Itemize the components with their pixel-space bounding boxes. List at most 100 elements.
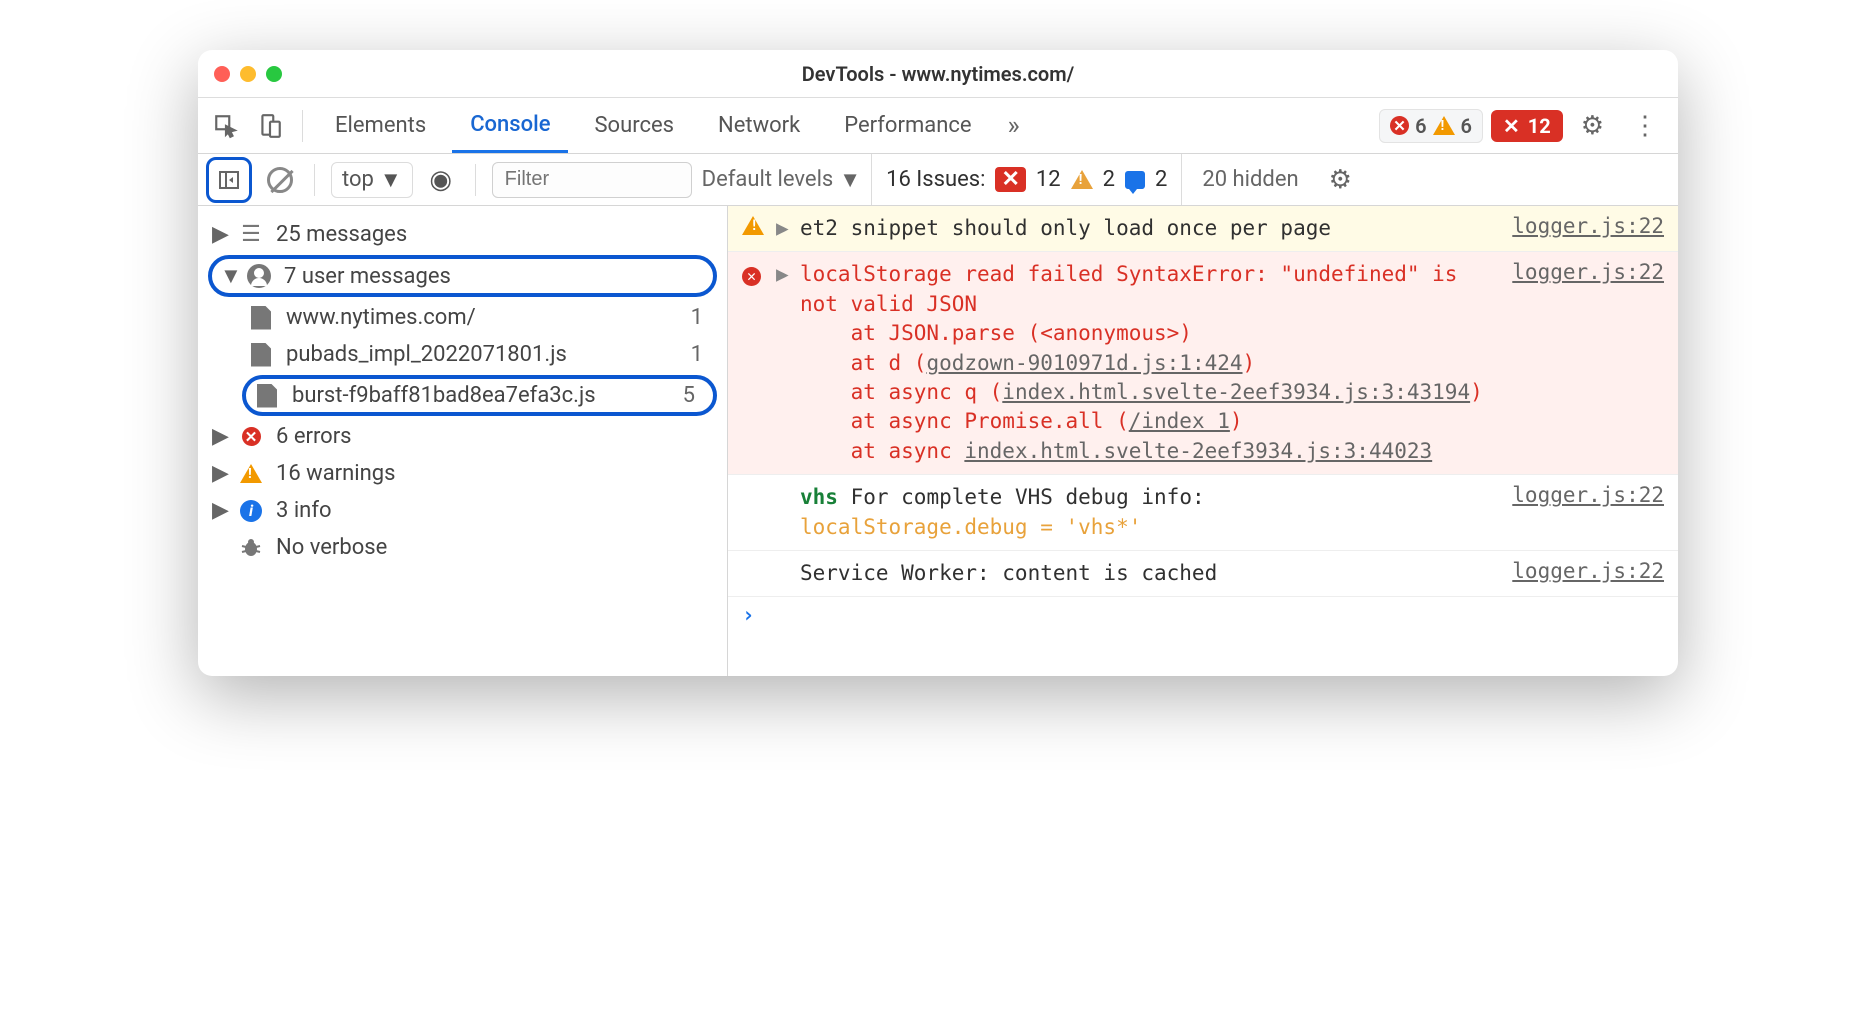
- error-icon: ✕: [742, 267, 761, 286]
- log-levels-dropdown[interactable]: Default levels ▼: [702, 167, 861, 193]
- error-warning-counter[interactable]: ✕ 6 6: [1379, 109, 1483, 143]
- highlight-ring: ▼ 7 user messages: [208, 255, 717, 297]
- devtools-window: DevTools - www.nytimes.com/ Elements Con…: [198, 50, 1678, 676]
- file-icon: [251, 343, 271, 367]
- console-message-log[interactable]: vhs For complete VHS debug info: localSt…: [728, 475, 1678, 551]
- sidebar-file-count: 1: [691, 305, 713, 330]
- chevron-down-icon: ▼: [839, 167, 861, 193]
- message-source-link[interactable]: logger.js:22: [1512, 214, 1664, 243]
- stack-link[interactable]: /index 1: [1129, 409, 1230, 433]
- caret-right-icon: ▶: [776, 214, 790, 243]
- sidebar-warnings-label: 16 warnings: [276, 461, 713, 486]
- divider: [302, 110, 303, 142]
- warning-icon: [742, 216, 764, 235]
- settings-gear-icon[interactable]: ⚙: [1571, 111, 1614, 141]
- levels-label: Default levels: [702, 167, 834, 192]
- error-count: 6: [1415, 114, 1426, 138]
- chevron-down-icon: ▼: [380, 167, 402, 193]
- warning-count: 6: [1461, 114, 1472, 138]
- caret-right-icon: ▶: [212, 461, 226, 486]
- sidebar-file-item[interactable]: burst-f9baff81bad8ea7efa3c.js 5: [246, 379, 713, 412]
- clear-console-icon[interactable]: [262, 162, 298, 198]
- sidebar-user-messages[interactable]: ▼ 7 user messages: [212, 259, 713, 293]
- error-icon: ✕: [1390, 116, 1409, 135]
- message-text: localStorage read failed SyntaxError: "u…: [800, 260, 1502, 466]
- stack-link[interactable]: index.html.svelte-2eef3934.js:3:43194: [1002, 380, 1470, 404]
- sidebar-file-item[interactable]: pubads_impl_2022071801.js 1: [202, 336, 723, 373]
- user-icon: [247, 264, 271, 288]
- divider: [314, 164, 315, 196]
- titlebar: DevTools - www.nytimes.com/: [198, 50, 1678, 98]
- bug-icon: [238, 536, 264, 560]
- more-menu-icon[interactable]: ⋮: [1622, 111, 1668, 141]
- caret-right-icon: ▶: [212, 424, 226, 449]
- caret-right-icon: ▶: [776, 260, 790, 466]
- info-icon: i: [240, 500, 262, 522]
- context-selector[interactable]: top ▼: [331, 162, 413, 198]
- sidebar-verbose-label: No verbose: [276, 535, 713, 560]
- sidebar-verbose[interactable]: ▶ No verbose: [202, 529, 723, 566]
- sidebar-file-name: pubads_impl_2022071801.js: [286, 342, 679, 367]
- sidebar-errors-label: 6 errors: [276, 424, 713, 449]
- window-title: DevTools - www.nytimes.com/: [198, 62, 1678, 86]
- close-x-icon: ✕: [1503, 114, 1520, 138]
- console-message-log[interactable]: Service Worker: content is cached logger…: [728, 551, 1678, 597]
- tab-elements[interactable]: Elements: [317, 98, 444, 153]
- issue-error-count: 12: [1036, 167, 1061, 192]
- issue-error-icon: ✕: [995, 167, 1025, 192]
- issues-summary[interactable]: 16 Issues: ✕ 12 2 2: [871, 154, 1182, 205]
- issue-msg-icon: [1125, 171, 1145, 189]
- tab-sources[interactable]: Sources: [576, 98, 692, 153]
- panel-tabs: Elements Console Sources Network Perform…: [317, 98, 990, 153]
- tab-network[interactable]: Network: [700, 98, 818, 153]
- issue-warn-count: 2: [1103, 167, 1115, 192]
- sidebar-user-messages-label: 7 user messages: [284, 264, 705, 289]
- console-prompt[interactable]: ›: [728, 597, 1678, 633]
- sidebar-file-count: 1: [691, 342, 713, 367]
- console-message-error[interactable]: ✕ ▶ localStorage read failed SyntaxError…: [728, 252, 1678, 475]
- issue-msg-count: 2: [1155, 167, 1167, 192]
- tab-console[interactable]: Console: [452, 98, 568, 153]
- file-icon: [257, 384, 277, 408]
- console-settings-gear-icon[interactable]: ⚙: [1319, 165, 1362, 195]
- message-source-link[interactable]: logger.js:22: [1512, 559, 1664, 588]
- highlight-ring: burst-f9baff81bad8ea7efa3c.js 5: [242, 375, 717, 416]
- log-code: localStorage.debug = 'vhs*': [800, 515, 1141, 539]
- sidebar-file-item[interactable]: www.nytimes.com/ 1: [202, 299, 723, 336]
- warning-icon: [240, 464, 262, 483]
- live-expression-icon[interactable]: ◉: [423, 162, 459, 198]
- message-text: vhs For complete VHS debug info: localSt…: [800, 483, 1502, 542]
- stack-link[interactable]: index.html.svelte-2eef3934.js:3:44023: [964, 439, 1432, 463]
- message-source-link[interactable]: logger.js:22: [1512, 260, 1664, 466]
- device-toolbar-icon[interactable]: [252, 108, 288, 144]
- sidebar-file-name: burst-f9baff81bad8ea7efa3c.js: [292, 383, 671, 408]
- console-body: ▶ ☰ 25 messages ▼ 7 user messages www.ny…: [198, 206, 1678, 676]
- sidebar-warnings[interactable]: ▶ 16 warnings: [202, 455, 723, 492]
- context-label: top: [342, 167, 374, 192]
- hidden-count[interactable]: 20 hidden: [1192, 167, 1308, 192]
- message-text: Service Worker: content is cached: [800, 559, 1502, 588]
- main-toolbar: Elements Console Sources Network Perform…: [198, 98, 1678, 154]
- highlight-ring: [206, 157, 252, 203]
- sidebar-file-name: www.nytimes.com/: [286, 305, 679, 330]
- inspect-element-icon[interactable]: [208, 108, 244, 144]
- log-tag: vhs: [800, 485, 838, 509]
- console-message-warning[interactable]: ▶ et2 snippet should only load once per …: [728, 206, 1678, 252]
- sidebar-errors[interactable]: ▶ ✕ 6 errors: [202, 418, 723, 455]
- caret-right-icon: ▶: [212, 498, 226, 523]
- sidebar-info-label: 3 info: [276, 498, 713, 523]
- list-icon: ☰: [238, 222, 264, 247]
- extension-errors-badge[interactable]: ✕ 12: [1491, 110, 1563, 142]
- error-icon: ✕: [242, 427, 261, 446]
- sidebar-info[interactable]: ▶ i 3 info: [202, 492, 723, 529]
- warning-icon: [1433, 116, 1455, 135]
- tab-performance[interactable]: Performance: [826, 98, 989, 153]
- toggle-sidebar-icon[interactable]: [211, 162, 247, 198]
- sidebar-messages[interactable]: ▶ ☰ 25 messages: [202, 216, 723, 253]
- divider: [475, 164, 476, 196]
- message-source-link[interactable]: logger.js:22: [1512, 483, 1664, 542]
- stack-link[interactable]: godzown-9010971d.js:1:424: [926, 351, 1242, 375]
- console-toolbar: top ▼ ◉ Default levels ▼ 16 Issues: ✕ 12…: [198, 154, 1678, 206]
- filter-input[interactable]: [492, 162, 692, 198]
- more-tabs-icon[interactable]: »: [998, 111, 1030, 141]
